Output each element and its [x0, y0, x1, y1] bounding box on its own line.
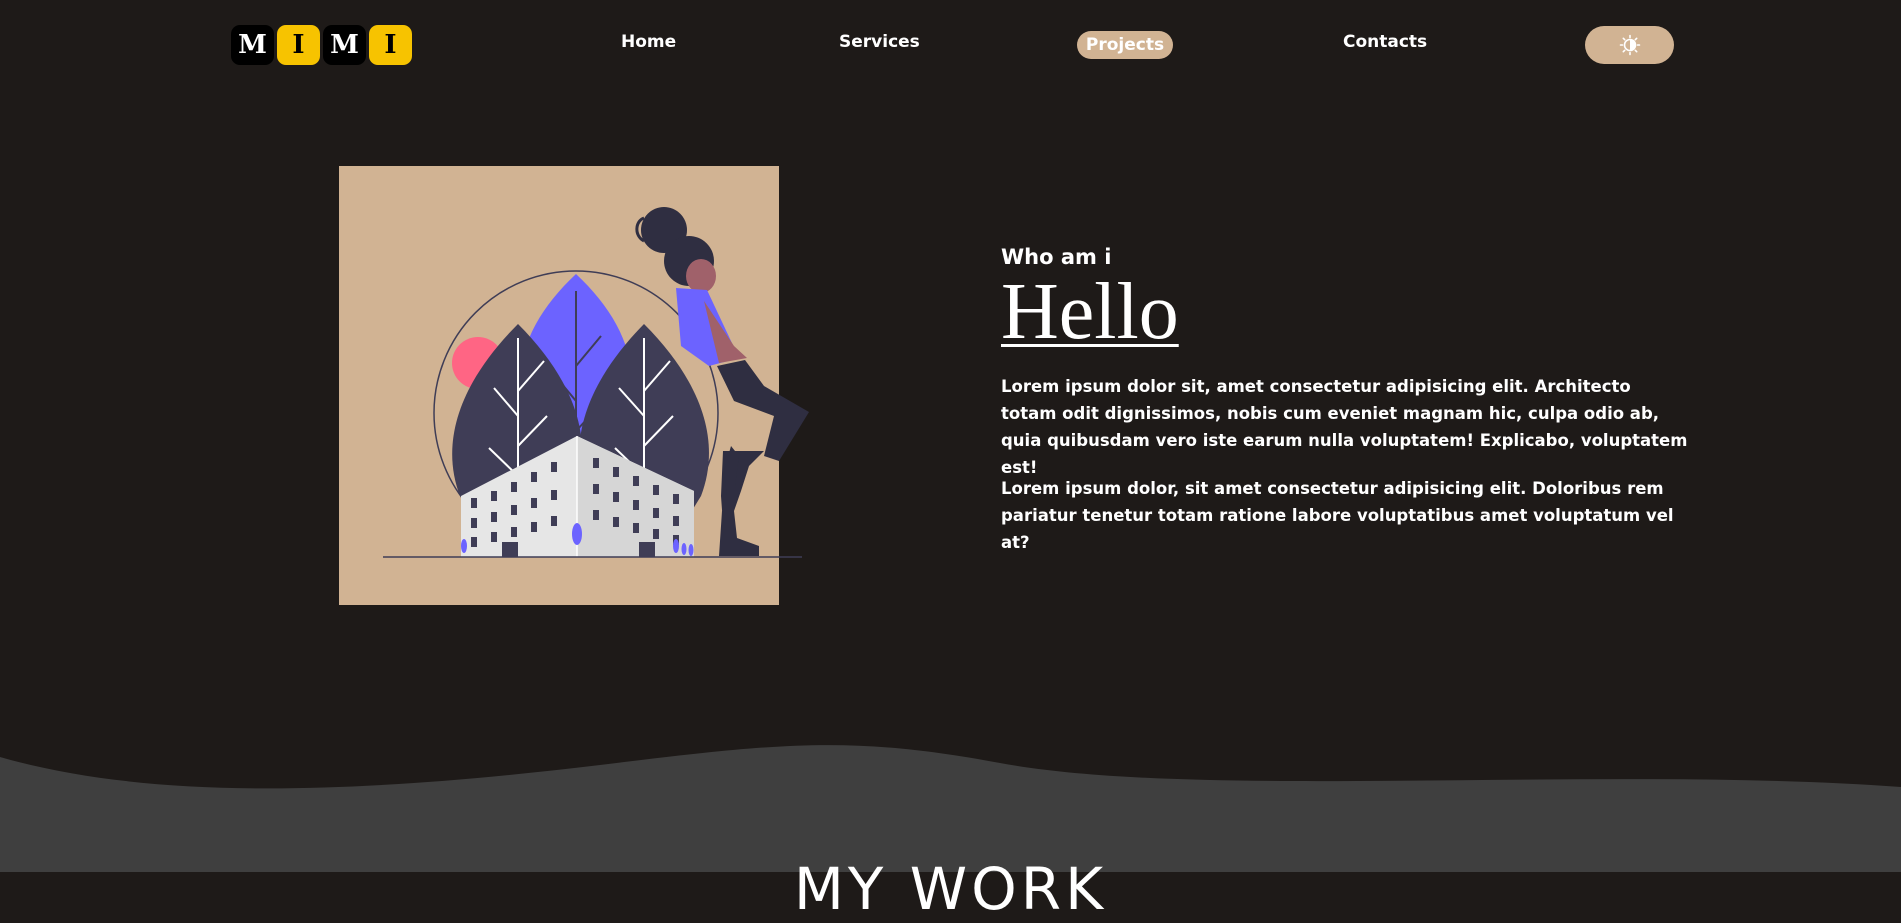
- hero-paragraph-1: Lorem ipsum dolor sit, amet consectetur …: [1001, 377, 1688, 477]
- nav-projects[interactable]: Projects: [1077, 31, 1173, 59]
- logo-letter: M: [323, 25, 366, 65]
- logo-letter: I: [369, 25, 412, 65]
- logo-letter: I: [277, 25, 320, 65]
- hero-paragraph-2: Lorem ipsum dolor, sit amet consectetur …: [1001, 479, 1674, 552]
- nav-services[interactable]: Services: [839, 32, 920, 52]
- wave-divider: [0, 745, 1901, 872]
- nav-home[interactable]: Home: [621, 32, 676, 52]
- hero-illustration: [339, 166, 809, 605]
- logo[interactable]: M I M I: [231, 25, 412, 65]
- section-title-my-work: MY WORK: [793, 855, 1108, 923]
- logo-letter: M: [231, 25, 274, 65]
- sun-moon-icon: [1619, 34, 1640, 56]
- hero-title: Hello: [1001, 268, 1179, 356]
- hero-subtitle: Who am i: [1001, 245, 1112, 269]
- nav-contacts[interactable]: Contacts: [1343, 32, 1427, 52]
- theme-toggle-button[interactable]: [1585, 26, 1674, 64]
